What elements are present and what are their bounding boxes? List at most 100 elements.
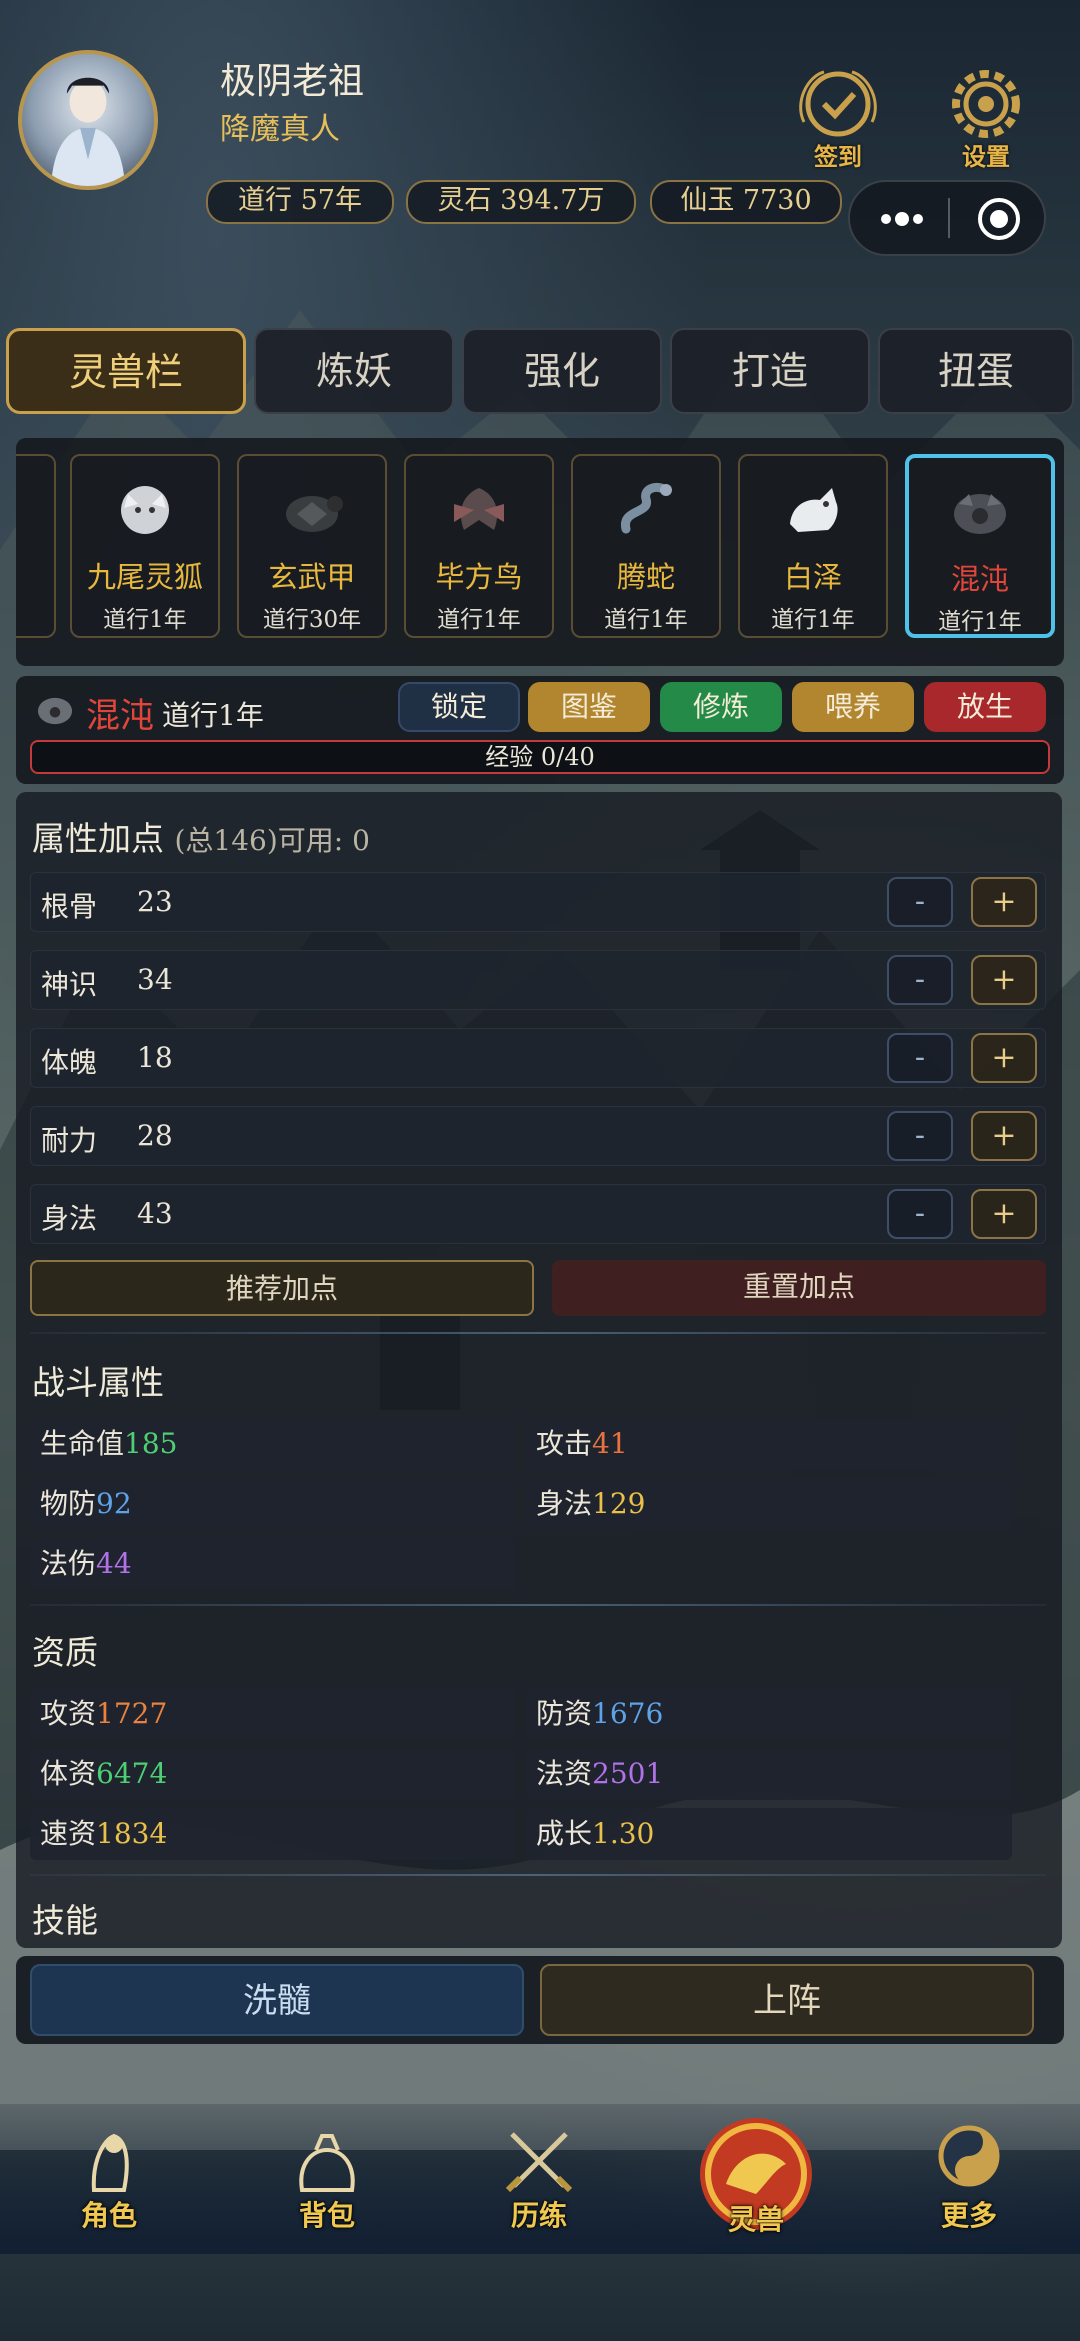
- plus-button[interactable]: +: [971, 1033, 1037, 1083]
- attr-key: 根骨: [41, 890, 98, 923]
- nav-character[interactable]: 角色: [44, 2120, 174, 2240]
- player-header: 极阴老祖 降魔真人 道行 57年 灵石 394.7万 仙玉 7730 签到 设置: [0, 0, 1080, 300]
- attr-key: 耐力: [41, 1124, 98, 1157]
- signin-label: 签到: [814, 142, 862, 171]
- pet-card-selected[interactable]: 混沌 道行1年: [905, 454, 1055, 638]
- minus-button[interactable]: -: [887, 877, 953, 927]
- minus-button[interactable]: -: [887, 955, 953, 1005]
- aptitude-stat: 防资1676: [526, 1688, 1012, 1740]
- selected-pet-bar: 混沌 道行1年 锁定 图鉴 修炼 喂养 放生 经验 0/40: [16, 676, 1064, 784]
- combat-stat: 生命值185: [30, 1418, 516, 1470]
- pet-name: 九尾灵狐: [86, 560, 203, 594]
- pet-card[interactable]: 九尾灵狐 道行1年: [70, 454, 220, 638]
- nav-label: 灵兽: [727, 2203, 784, 2236]
- hundun-icon: [954, 494, 1006, 534]
- recommend-points-button[interactable]: 推荐加点: [30, 1260, 534, 1316]
- tab-gacha[interactable]: 扭蛋: [878, 328, 1074, 414]
- tab-refine-demon[interactable]: 炼妖: [254, 328, 454, 414]
- combat-stat: 物防92: [30, 1478, 516, 1530]
- minus-button[interactable]: -: [887, 1111, 953, 1161]
- pet-level: 道行1年: [103, 607, 187, 633]
- pet-details-panel[interactable]: 属性加点 (总146)可用: 0 根骨 23 - + 神识 34 - + 体魄 …: [16, 792, 1062, 1948]
- attr-row: 身法 43 - +: [30, 1184, 1046, 1244]
- minus-button[interactable]: -: [887, 1189, 953, 1239]
- tab-enhance[interactable]: 强化: [462, 328, 662, 414]
- pet-level: 道行1年: [437, 607, 521, 633]
- attr-value: 23: [137, 885, 173, 918]
- player-name: 极阴老祖: [220, 61, 365, 102]
- settings-label: 设置: [962, 142, 1010, 171]
- tortoise-icon: [286, 496, 343, 532]
- pet-card[interactable]: 白泽 道行1年: [738, 454, 888, 638]
- release-button[interactable]: 放生: [924, 682, 1046, 732]
- reset-points-button[interactable]: 重置加点: [552, 1260, 1046, 1316]
- nav-training[interactable]: 历练: [474, 2120, 604, 2240]
- plus-button[interactable]: +: [971, 1189, 1037, 1239]
- nav-label: 背包: [298, 2199, 355, 2232]
- more-dots-icon[interactable]: [872, 204, 932, 234]
- pet-level: 道行1年: [938, 609, 1022, 635]
- character-icon: [91, 2133, 129, 2192]
- pet-name: 腾蛇: [616, 560, 675, 594]
- nav-beast[interactable]: 灵兽: [686, 2114, 826, 2244]
- pet-level: 道行30年: [262, 607, 362, 633]
- aptitude-stat: 体资6474: [30, 1748, 516, 1800]
- nav-label: 更多: [940, 2199, 997, 2232]
- pet-name: 白泽: [783, 560, 842, 594]
- wash-marrow-button[interactable]: 洗髓: [30, 1964, 524, 2036]
- pet-level: 道行1年: [604, 607, 688, 633]
- attr-row: 根骨 23 - +: [30, 872, 1046, 932]
- tab-beast-pen[interactable]: 灵兽栏: [6, 328, 246, 414]
- minus-button[interactable]: -: [887, 1033, 953, 1083]
- exp-bar: 经验 0/40: [30, 740, 1050, 774]
- miniapp-capsule: [848, 180, 1046, 256]
- nav-more[interactable]: 更多: [904, 2120, 1034, 2240]
- aptitude-section-title: 资质: [32, 1633, 98, 1672]
- spirit-stone-stat: 灵石 394.7万: [406, 180, 636, 224]
- attr-key: 体魄: [41, 1046, 98, 1079]
- main-tabs: 灵兽栏 炼妖 强化 打造 扭蛋: [6, 328, 1074, 416]
- train-button[interactable]: 修炼: [660, 682, 782, 732]
- combat-stat: 攻击41: [526, 1418, 1012, 1470]
- pet-card[interactable]: 腾蛇 道行1年: [571, 454, 721, 638]
- fox-icon: [121, 486, 169, 534]
- attr-value: 28: [137, 1119, 173, 1152]
- selected-pet-level: 道行1年: [162, 699, 264, 732]
- pet-card[interactable]: 毕方鸟 道行1年: [404, 454, 554, 638]
- aptitude-stat: 成长1.30: [526, 1808, 1012, 1860]
- signin-button[interactable]: 签到: [788, 62, 888, 172]
- player-title: 降魔真人: [220, 112, 340, 147]
- combat-stat: 法伤44: [30, 1538, 516, 1590]
- feed-button[interactable]: 喂养: [792, 682, 914, 732]
- attribute-title: 属性加点: [32, 819, 164, 858]
- plus-button[interactable]: +: [971, 955, 1037, 1005]
- attr-row: 神识 34 - +: [30, 950, 1046, 1010]
- attr-key: 身法: [41, 1202, 98, 1235]
- plus-button[interactable]: +: [971, 877, 1037, 927]
- nav-bag[interactable]: 背包: [262, 2120, 392, 2240]
- close-miniapp-icon[interactable]: [976, 196, 1022, 242]
- jade-stat: 仙玉 7730: [650, 180, 842, 224]
- daoxing-stat: 道行 57年: [206, 180, 394, 224]
- pet-list: 九尾灵狐 道行1年 玄武甲 道行30年 毕方鸟 道行1年 腾蛇 道行1年 白泽 …: [16, 438, 1064, 666]
- bottom-navigation: 角色 背包 历练 灵兽 更多: [0, 2104, 1080, 2254]
- plus-button[interactable]: +: [971, 1111, 1037, 1161]
- lock-button[interactable]: 锁定: [398, 682, 520, 732]
- tab-forge[interactable]: 打造: [670, 328, 870, 414]
- pet-card[interactable]: 玄武甲 道行30年: [237, 454, 387, 638]
- pet-name: 混沌: [950, 562, 1009, 596]
- hundun-icon: [37, 697, 73, 725]
- nav-label: 历练: [510, 2199, 567, 2232]
- swords-icon: [505, 2132, 573, 2193]
- combat-section-title: 战斗属性: [32, 1363, 164, 1402]
- deploy-button[interactable]: 上阵: [540, 1964, 1034, 2036]
- bottom-actions: 洗髓 上阵: [16, 1956, 1064, 2044]
- player-avatar[interactable]: [18, 50, 158, 190]
- pet-level: 道行1年: [771, 607, 855, 633]
- pet-card-partial[interactable]: [16, 454, 56, 638]
- settings-button[interactable]: 设置: [936, 62, 1036, 172]
- pet-name: 玄武甲: [268, 560, 356, 594]
- codex-button[interactable]: 图鉴: [528, 682, 650, 732]
- attr-row: 耐力 28 - +: [30, 1106, 1046, 1166]
- aptitude-stat: 攻资1727: [30, 1688, 516, 1740]
